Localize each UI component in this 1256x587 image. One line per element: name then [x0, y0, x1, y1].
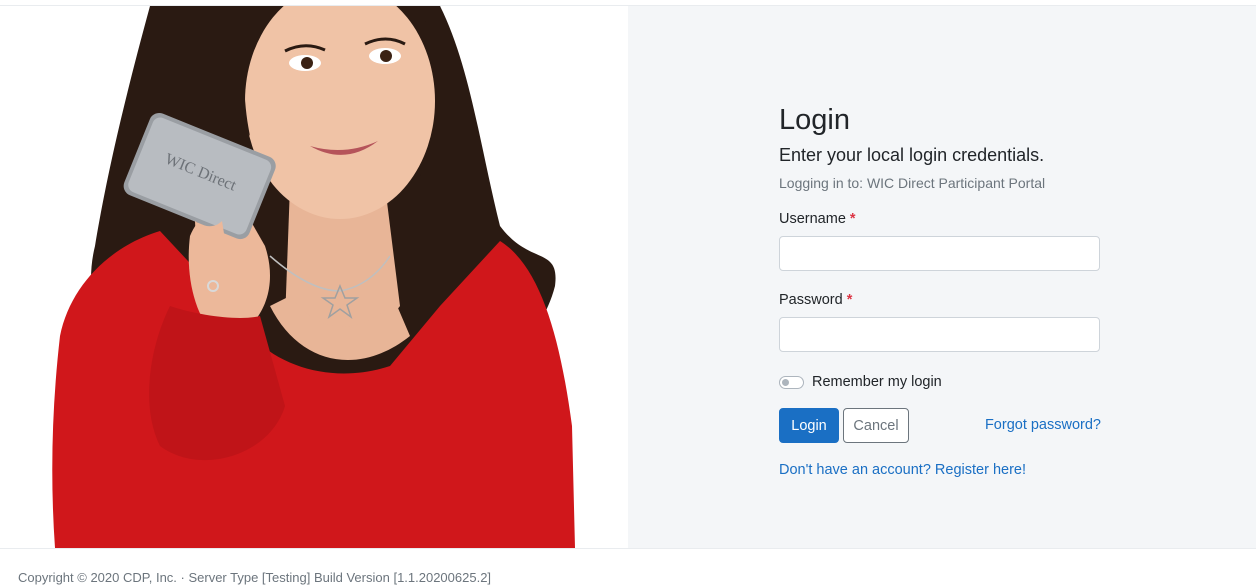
remember-row: Remember my login	[779, 372, 1101, 392]
remember-toggle[interactable]	[779, 375, 804, 389]
footer-text: Copyright © 2020 CDP, Inc. · Server Type…	[18, 570, 492, 585]
password-required-mark: *	[846, 292, 853, 308]
cancel-button[interactable]: Cancel	[843, 408, 909, 443]
password-label: Password *	[779, 291, 1101, 309]
register-link[interactable]: Don't have an account? Register here!	[779, 462, 1101, 478]
hero-image: WIC Direct	[0, 6, 628, 548]
hero-illustration: WIC Direct	[52, 6, 575, 548]
password-input[interactable]	[779, 317, 1100, 352]
login-form: Login Enter your local login credentials…	[779, 103, 1101, 478]
footer: Copyright © 2020 CDP, Inc. · Server Type…	[0, 548, 1256, 587]
username-required-mark: *	[849, 211, 856, 227]
forgot-password-link[interactable]: Forgot password?	[985, 417, 1101, 433]
password-label-text: Password	[779, 292, 843, 308]
username-label-text: Username	[779, 211, 846, 227]
remember-label[interactable]: Remember my login	[812, 374, 942, 390]
username-label: Username *	[779, 210, 1101, 228]
form-actions: Login Cancel Forgot password?	[779, 408, 1101, 443]
portal-line: Logging in to: WIC Direct Participant Po…	[779, 175, 1046, 191]
toggle-knob	[782, 378, 789, 386]
login-button[interactable]: Login	[779, 408, 839, 443]
login-subtitle: Enter your local login credentials.	[779, 145, 1045, 165]
login-panel: Login Enter your local login credentials…	[628, 6, 1256, 548]
page-title: Login	[779, 104, 850, 136]
username-input[interactable]	[779, 236, 1100, 271]
